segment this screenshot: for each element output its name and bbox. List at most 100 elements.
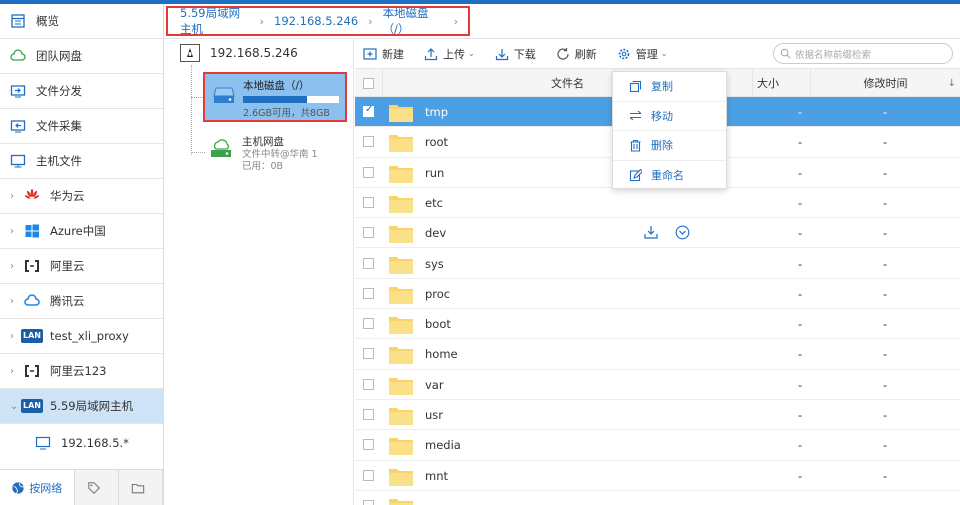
download-icon — [495, 48, 508, 60]
chevron-right-icon[interactable]: › — [10, 261, 22, 272]
manage-button[interactable]: 管理 ⌄ — [617, 46, 667, 62]
refresh-button[interactable]: 刷新 — [556, 46, 597, 62]
tab-by-tag[interactable] — [75, 470, 119, 505]
table-row[interactable] — [355, 491, 960, 505]
chevron-right-icon[interactable]: › — [10, 366, 22, 377]
file-name[interactable]: home — [425, 347, 458, 361]
sidebar-item-lan-host[interactable]: ⌄ LAN 5.59局域网主机 — [0, 389, 163, 424]
tag-icon — [88, 481, 101, 494]
tencent-cloud-icon — [24, 293, 40, 309]
menu-item-move[interactable]: 移动 — [613, 102, 726, 131]
row-checkbox[interactable] — [363, 318, 374, 332]
file-mtime: - — [883, 468, 888, 483]
row-checkbox[interactable] — [363, 409, 374, 423]
column-header-size[interactable]: 大小 — [726, 69, 811, 97]
row-checkbox[interactable] — [363, 469, 374, 484]
file-name[interactable]: boot — [425, 317, 451, 331]
table-row[interactable]: home - - — [355, 339, 960, 370]
file-name[interactable]: sys — [425, 257, 444, 271]
upload-button[interactable]: 上传 ⌄ — [424, 46, 475, 62]
row-more-icon[interactable] — [675, 225, 690, 240]
sidebar-subitem-subnet[interactable]: 192.168.5.* — [0, 425, 163, 460]
row-checkbox[interactable] — [363, 287, 374, 302]
file-name[interactable]: var — [425, 378, 444, 392]
tab-by-network[interactable]: 按网络 — [0, 470, 75, 505]
download-button[interactable]: 下载 — [495, 46, 536, 62]
sidebar-item-aliyun[interactable]: › 阿里云 — [0, 249, 163, 284]
menu-item-delete[interactable]: 删除 — [613, 131, 726, 161]
file-name[interactable]: tmp — [425, 105, 448, 119]
sidebar-item-overview[interactable]: 概览 — [0, 4, 163, 39]
row-checkbox[interactable] — [363, 257, 374, 272]
file-name[interactable]: run — [425, 166, 444, 180]
file-name[interactable]: proc — [425, 287, 450, 301]
host-tree-panel: 192.168.5.246 本地磁盘（/） 2.6GB可用，共8GB 主机网盘 … — [164, 39, 354, 505]
sidebar-item-host-files[interactable]: 主机文件 — [0, 144, 163, 179]
sidebar-item-label: 阿里云123 — [50, 364, 107, 378]
tree-root-host[interactable]: 192.168.5.246 — [180, 44, 298, 62]
row-checkbox[interactable] — [363, 196, 374, 211]
row-checkbox[interactable] — [363, 439, 374, 453]
chevron-right-icon[interactable]: › — [10, 226, 22, 237]
folder-icon — [389, 468, 413, 486]
cloud-drive-usage: 已用：0B — [242, 161, 284, 172]
sidebar-item-huawei[interactable]: › 华为云 — [0, 179, 163, 214]
table-row[interactable]: mnt - - — [355, 461, 960, 491]
chevron-right-icon[interactable]: › — [10, 296, 22, 307]
breadcrumb-item[interactable]: 5.59局域网主机 — [180, 5, 250, 37]
file-name[interactable]: mnt — [425, 469, 448, 483]
select-all-checkbox[interactable] — [363, 77, 374, 89]
table-row[interactable]: etc - - — [355, 188, 960, 219]
sidebar-item-label: 192.168.5.* — [61, 435, 129, 450]
file-name[interactable]: dev — [425, 226, 446, 240]
row-checkbox[interactable] — [363, 499, 374, 505]
file-size: - — [798, 317, 803, 332]
table-row[interactable]: usr - - — [355, 400, 960, 431]
row-checkbox[interactable] — [363, 227, 374, 241]
sort-arrow-icon[interactable]: ↓ — [948, 78, 956, 89]
local-disk-node[interactable]: 本地磁盘（/） 2.6GB可用，共8GB — [203, 72, 347, 122]
sidebar-item-label: 腾讯云 — [50, 294, 85, 308]
chevron-right-icon[interactable]: › — [10, 191, 22, 202]
row-checkbox[interactable] — [363, 378, 374, 393]
breadcrumb-item[interactable]: 本地磁盘（/） — [383, 5, 444, 37]
sidebar-item-tencent[interactable]: › 腾讯云 — [0, 284, 163, 319]
new-button[interactable]: 新建 — [363, 46, 404, 62]
tree-connector — [191, 65, 192, 155]
breadcrumb-item[interactable]: 192.168.5.246 — [274, 14, 358, 28]
row-checkbox[interactable] — [363, 348, 374, 362]
upload-icon — [424, 47, 438, 60]
sidebar-item-test-xli-proxy[interactable]: › LAN test_xli_proxy — [0, 319, 163, 354]
file-mtime: - — [883, 165, 888, 180]
file-size: - — [798, 256, 803, 271]
table-row[interactable]: var - - — [355, 370, 960, 400]
sidebar-item-file-distribute[interactable]: 文件分发 — [0, 74, 163, 109]
sidebar-item-azure[interactable]: › Azure中国 — [0, 214, 163, 249]
sidebar-item-label: 5.59局域网主机 — [50, 399, 134, 413]
row-download-icon[interactable] — [643, 224, 659, 240]
table-row[interactable]: sys - - — [355, 249, 960, 279]
search-input[interactable]: 依据名称前缀检索 — [773, 43, 953, 64]
sidebar-item-aliyun123[interactable]: › 阿里云123 — [0, 354, 163, 389]
row-checkbox[interactable] — [363, 104, 374, 120]
table-row[interactable]: proc - - — [355, 279, 960, 310]
file-name[interactable]: media — [425, 438, 461, 452]
sidebar-item-label: 阿里云 — [50, 259, 85, 273]
sidebar-item-label: 华为云 — [50, 189, 85, 203]
menu-item-rename[interactable]: 重命名 — [613, 161, 726, 191]
row-checkbox[interactable] — [363, 136, 374, 150]
table-row[interactable]: dev - - — [355, 218, 960, 249]
sidebar-item-file-collect[interactable]: 文件采集 — [0, 109, 163, 144]
tab-by-folder[interactable] — [119, 470, 164, 505]
host-cloud-drive-node[interactable]: 主机网盘 文件中转@华南 1 已用：0B — [208, 134, 348, 174]
row-checkbox[interactable] — [363, 166, 374, 181]
menu-item-copy[interactable]: 复制 — [613, 72, 726, 102]
table-row[interactable]: boot - - — [355, 309, 960, 340]
table-row[interactable]: media - - — [355, 430, 960, 461]
file-name[interactable]: root — [425, 135, 448, 149]
folder-icon — [132, 483, 145, 493]
sidebar-item-team-drive[interactable]: 团队网盘 — [0, 39, 163, 74]
column-header-mtime[interactable]: 修改时间 ↓ — [811, 69, 960, 97]
file-name[interactable]: etc — [425, 196, 443, 210]
file-name[interactable]: usr — [425, 408, 443, 422]
